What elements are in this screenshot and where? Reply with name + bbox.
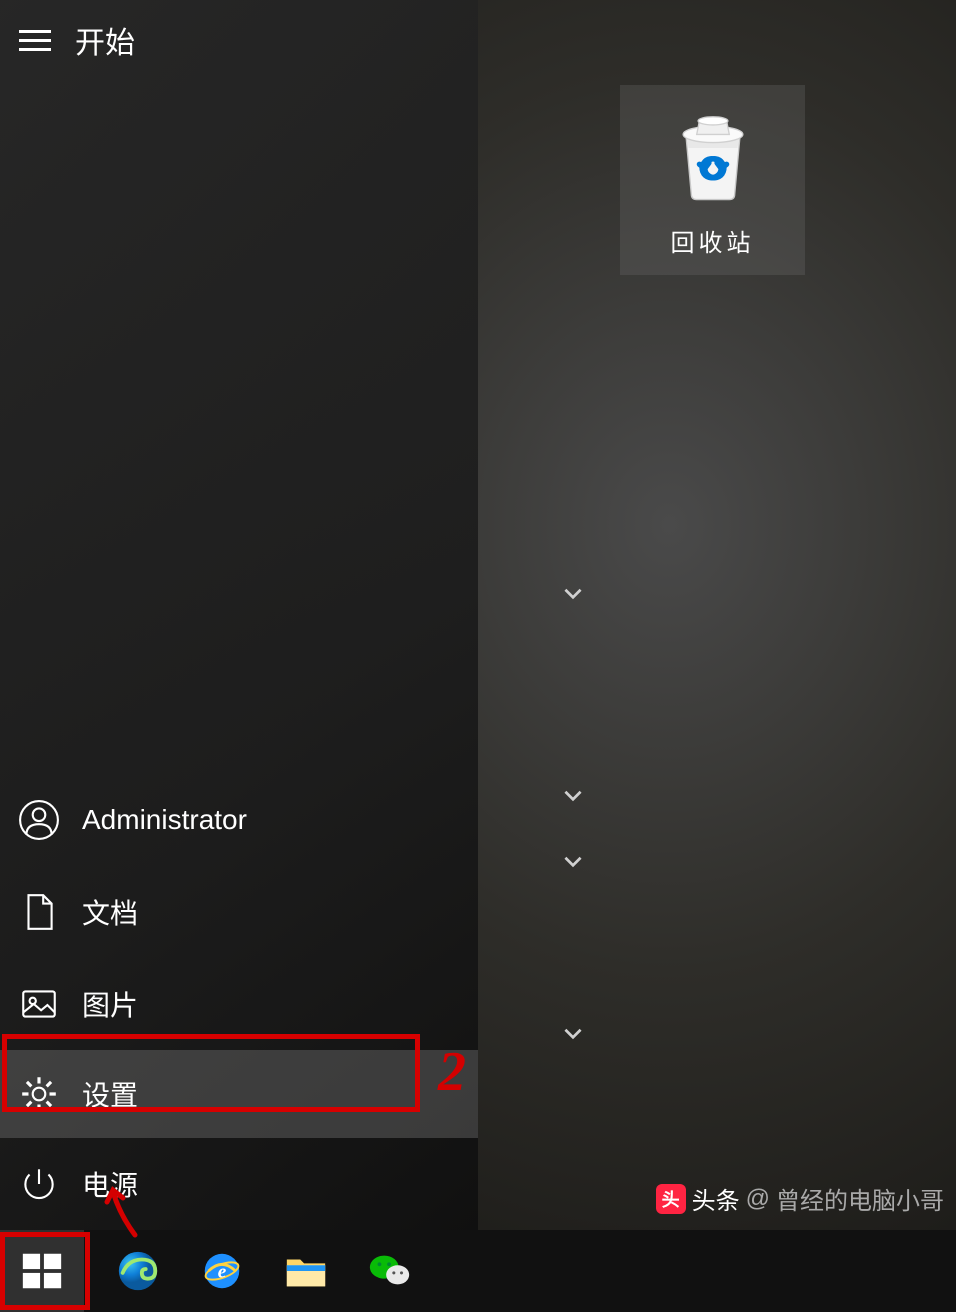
chevron-down-icon[interactable] xyxy=(553,1020,593,1053)
taskbar-start-button[interactable] xyxy=(0,1230,84,1312)
edge-icon xyxy=(115,1248,161,1294)
watermark-author: 曾经的电脑小哥 xyxy=(776,1181,944,1216)
hamburger-icon[interactable] xyxy=(15,22,55,59)
start-menu-bottom-list: Administrator 文档 图片 设置 电源 xyxy=(0,774,478,1230)
watermark: 头 头条 @ 曾经的电脑小哥 xyxy=(656,1181,944,1216)
start-item-label: 文档 xyxy=(82,892,138,932)
power-icon xyxy=(18,1163,60,1205)
svg-text:e: e xyxy=(218,1262,227,1283)
start-item-label: 设置 xyxy=(82,1074,138,1114)
taskbar-file-explorer-button[interactable] xyxy=(264,1230,348,1312)
folder-icon xyxy=(283,1248,329,1294)
start-item-settings[interactable]: 设置 xyxy=(0,1050,478,1138)
watermark-logo-icon: 头 xyxy=(656,1184,686,1214)
chevron-down-icon[interactable] xyxy=(553,848,593,881)
taskbar-ie-button[interactable]: e xyxy=(180,1230,264,1312)
taskbar-edge-button[interactable] xyxy=(96,1230,180,1312)
desktop-icon-recycle-bin[interactable]: 回收站 xyxy=(620,85,805,275)
start-item-pictures[interactable]: 图片 xyxy=(0,958,478,1050)
wechat-icon xyxy=(367,1248,413,1294)
start-item-label: 电源 xyxy=(82,1164,138,1204)
gear-icon xyxy=(18,1073,60,1115)
chevron-down-icon[interactable] xyxy=(553,580,593,613)
picture-icon xyxy=(18,983,60,1025)
internet-explorer-icon: e xyxy=(199,1248,245,1294)
recycle-bin-label: 回收站 xyxy=(671,223,755,258)
watermark-at: @ xyxy=(746,1185,770,1213)
document-icon xyxy=(18,891,60,933)
windows-logo-icon xyxy=(19,1248,65,1294)
chevron-down-icon[interactable] xyxy=(553,782,593,815)
start-menu-title: 开始 xyxy=(75,18,135,62)
start-item-power[interactable]: 电源 xyxy=(0,1138,478,1230)
taskbar-wechat-button[interactable] xyxy=(348,1230,432,1312)
start-menu-panel: 开始 Administrator 文档 图片 设置 xyxy=(0,0,478,1230)
start-menu-header: 开始 xyxy=(0,0,478,80)
start-item-label: 图片 xyxy=(82,984,138,1024)
start-item-user[interactable]: Administrator xyxy=(0,774,478,866)
recycle-bin-icon xyxy=(668,110,758,205)
watermark-prefix: 头条 xyxy=(692,1181,740,1216)
taskbar: e xyxy=(0,1230,956,1312)
start-item-label: Administrator xyxy=(82,804,247,836)
start-item-documents[interactable]: 文档 xyxy=(0,866,478,958)
user-icon xyxy=(18,799,60,841)
